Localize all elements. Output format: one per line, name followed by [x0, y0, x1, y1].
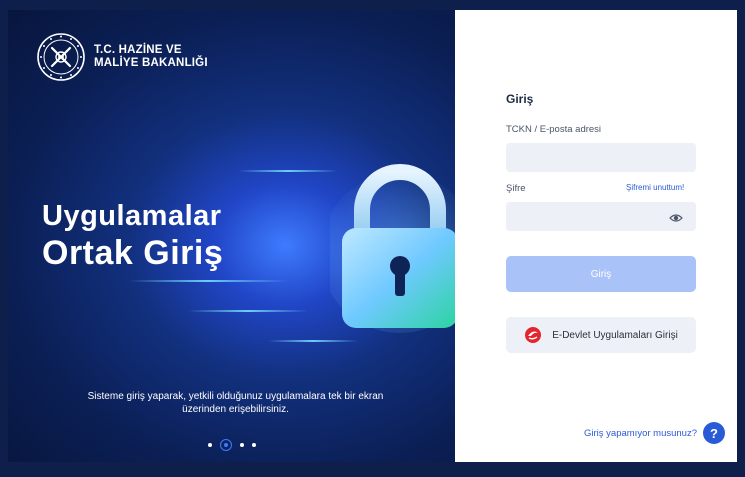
hero-banner: T.C. HAZİNE VE MALİYE BAKANLIĞI Uygulama… — [8, 10, 455, 462]
light-streak — [188, 310, 308, 312]
username-label: TCKN / E-posta adresi — [506, 124, 602, 135]
carousel-dot[interactable] — [240, 443, 244, 447]
forgot-password-link[interactable]: Şifremi unuttum! — [626, 183, 684, 192]
form-title: Giriş — [506, 92, 534, 106]
eye-icon[interactable] — [669, 213, 683, 223]
carousel-dot-active[interactable] — [220, 439, 232, 451]
hero-title: Uygulamalar Ortak Giriş — [42, 200, 223, 273]
hero-title-line-1: Uygulamalar — [42, 200, 222, 232]
ministry-emblem-icon — [37, 33, 85, 81]
help-link-text: Giriş yapamıyor musunuz? — [584, 427, 697, 439]
login-button[interactable]: Giriş — [506, 256, 696, 292]
hero-title-line-2: Ortak Giriş — [42, 234, 224, 272]
carousel-indicators — [208, 439, 256, 451]
padlock-icon — [330, 164, 455, 333]
light-streak — [128, 280, 288, 282]
light-streak — [268, 340, 358, 342]
page-frame: T.C. HAZİNE VE MALİYE BAKANLIĞI Uygulama… — [0, 0, 745, 477]
carousel-dot[interactable] — [252, 443, 256, 447]
username-input[interactable] — [506, 143, 696, 172]
hero-description: Sisteme giriş yaparak, yetkili olduğunuz… — [87, 391, 384, 415]
light-streak — [238, 170, 338, 172]
brand-line-1: T.C. HAZİNE VE — [94, 44, 182, 56]
login-panel: Giriş TCKN / E-posta adresi Şifre Şifrem… — [455, 10, 737, 462]
brand-name: T.C. HAZİNE VE MALİYE BAKANLIĞI — [94, 44, 208, 70]
brand-logo[interactable]: T.C. HAZİNE VE MALİYE BAKANLIĞI — [36, 32, 208, 82]
password-input[interactable] — [506, 202, 696, 231]
help-link[interactable]: Giriş yapamıyor musunuz? ? — [584, 422, 725, 444]
brand-line-2: MALİYE BAKANLIĞI — [94, 57, 208, 69]
edevlet-login-button[interactable]: E-Devlet Uygulamaları Girişi — [506, 317, 696, 353]
carousel-dot[interactable] — [208, 443, 212, 447]
question-icon: ? — [702, 422, 725, 444]
edevlet-button-label: E-Devlet Uygulamaları Girişi — [552, 329, 678, 341]
password-label: Şifre — [506, 183, 526, 194]
edevlet-logo-icon — [525, 327, 542, 343]
